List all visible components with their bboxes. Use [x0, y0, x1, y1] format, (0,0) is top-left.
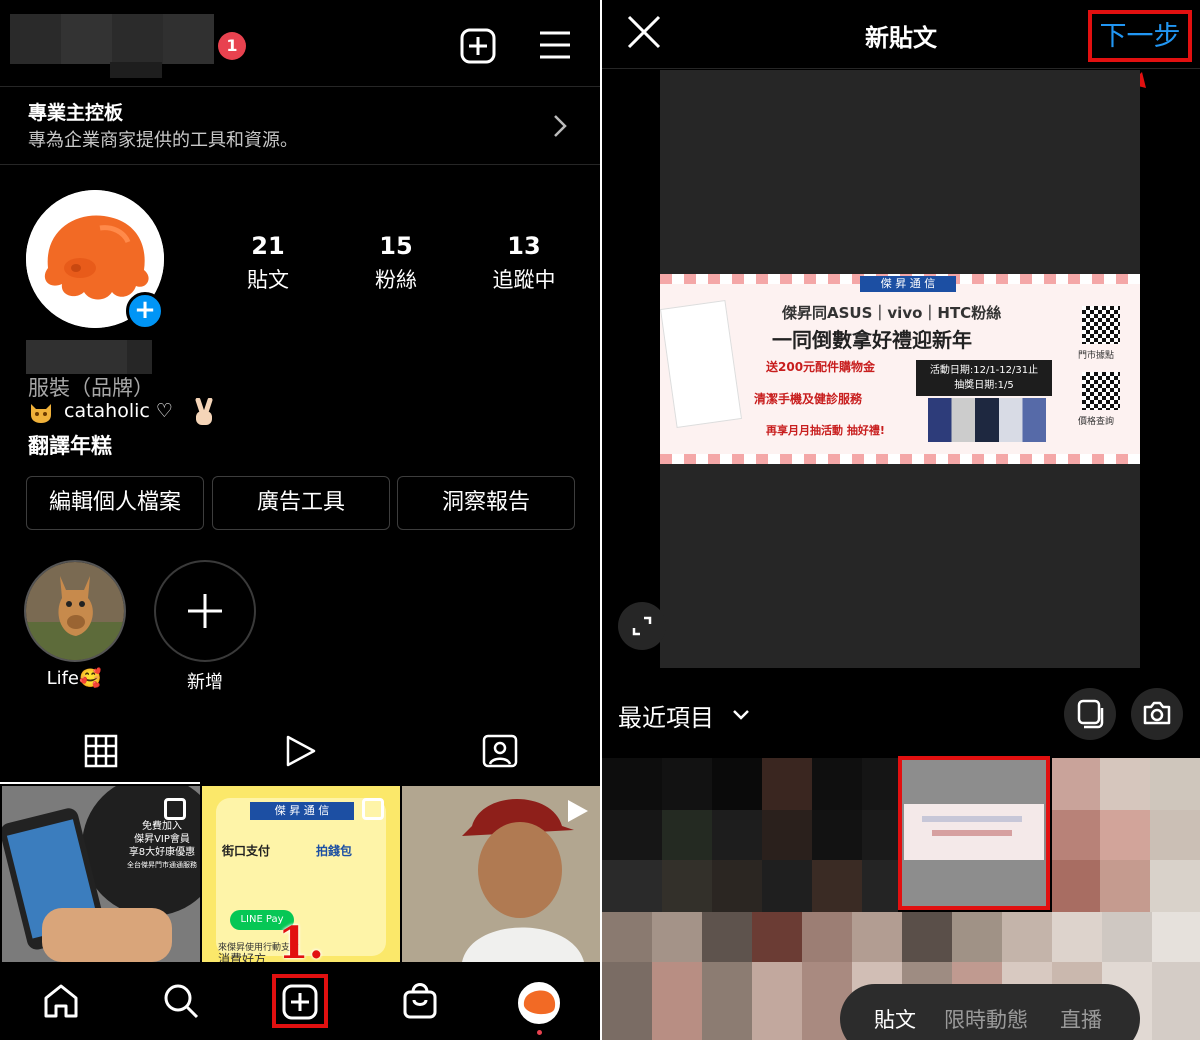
add-story-plus-icon[interactable]: +: [126, 292, 164, 330]
qr-label: 價格查詢: [1078, 417, 1115, 427]
new-highlight-button[interactable]: [154, 560, 256, 662]
username-blurred-fragment: [110, 62, 162, 78]
banner-dates: 抽獎日期:1/5: [954, 380, 1014, 391]
create-post-icon[interactable]: [460, 28, 496, 64]
new-post-screen: 新貼文 下一步 傑 昇 通 信 傑昇同ASUS｜vivo｜HTC粉絲 一同倒數拿…: [602, 0, 1200, 1040]
multi-select-button[interactable]: [1064, 688, 1116, 740]
home-icon[interactable]: [42, 982, 80, 1020]
mode-post-tab[interactable]: 貼文: [874, 1004, 916, 1034]
bio-line-2: 翻譯年糕: [28, 434, 112, 458]
banner-offer: 再享月月抽活動 抽好禮!: [766, 424, 885, 437]
notification-badge[interactable]: 1: [218, 32, 246, 60]
stat-number: 15: [379, 232, 413, 260]
album-label: 最近項目: [618, 704, 714, 732]
dashboard-subtitle: 專為企業商家提供的工具和資源。: [28, 130, 298, 151]
dashboard-title: 專業主控板: [28, 102, 124, 124]
banner-headline: 一同倒數拿好禮迎新年: [772, 328, 972, 352]
video-play-icon: [564, 798, 590, 824]
active-tab-indicator: [0, 782, 200, 784]
highlight-life[interactable]: [24, 560, 126, 662]
chevron-right-icon: [552, 114, 568, 138]
edit-profile-button[interactable]: 編輯個人檔案: [26, 476, 204, 530]
post-thumbnail-vip[interactable]: 免費加入 傑昇VIP會員 享8大好康優惠 全台傑昇門市通通服務: [2, 786, 200, 962]
stat-number: 13: [507, 232, 541, 260]
reels-icon[interactable]: [284, 734, 318, 768]
cat-face-icon: [28, 400, 54, 424]
banner-dates: 活動日期:12/1-12/31止: [929, 365, 1039, 376]
mode-story-tab[interactable]: 限時動態: [944, 1004, 1028, 1034]
post-brand: 傑 昇 通 信: [250, 802, 354, 820]
post-text: 拍錢包: [316, 844, 353, 858]
highlight-label: Life🥰: [46, 668, 102, 689]
qr-code-icon: [1082, 372, 1120, 410]
divider: [0, 164, 600, 165]
profile-category: 服裝（品牌）: [28, 376, 154, 400]
username-blurred[interactable]: [10, 14, 214, 64]
qr-code-icon: [1082, 306, 1120, 344]
post-caption: 免費加入: [142, 821, 182, 832]
bottom-navigation: [0, 962, 600, 1040]
next-button[interactable]: 下一步: [1088, 10, 1192, 62]
highlight-label: 新增: [187, 672, 223, 693]
post-caption: 享8大好康優惠: [128, 847, 196, 858]
bio-line-1: cataholic ♡: [64, 400, 173, 422]
post-text: 消費好方: [218, 952, 267, 962]
profile-tab-avatar[interactable]: [518, 982, 560, 1024]
profile-screen: 1 專業主控板 專為企業商家提供的工具和資源。 + 21 貼文 15 粉絲 13…: [0, 0, 600, 1040]
carousel-icon: [164, 798, 186, 820]
activity-dot: [537, 1030, 542, 1035]
camera-button[interactable]: [1131, 688, 1183, 740]
search-icon[interactable]: [162, 982, 200, 1020]
post-text: 街口支付: [222, 844, 271, 858]
display-name-blurred: [26, 340, 152, 374]
stat-label: 貼文: [247, 268, 289, 292]
banner-offer: 清潔手機及健診服務: [754, 392, 863, 406]
selected-gallery-item[interactable]: [898, 756, 1050, 910]
expand-button[interactable]: [618, 602, 666, 650]
banner-offer: 送200元配件購物金: [766, 360, 876, 374]
victory-hand-icon: [192, 398, 216, 428]
insights-button[interactable]: 洞察報告: [397, 476, 575, 530]
album-selector[interactable]: 最近項目: [618, 698, 714, 733]
ad-tools-button[interactable]: 廣告工具: [212, 476, 390, 530]
post-caption: 全台傑昇門市通通服務: [127, 861, 197, 869]
chevron-down-icon[interactable]: [732, 708, 750, 722]
create-tab-highlight[interactable]: [272, 974, 328, 1028]
menu-icon[interactable]: [538, 30, 572, 60]
post-thumbnail-video[interactable]: [402, 786, 600, 962]
tagged-icon[interactable]: [482, 734, 518, 768]
divider: [602, 68, 1200, 69]
stat-label: 粉絲: [375, 268, 417, 292]
mode-live-tab[interactable]: 直播: [1060, 1004, 1102, 1034]
banner-headline: 傑昇同ASUS｜vivo｜HTC粉絲: [782, 304, 1002, 322]
carousel-icon: [362, 798, 384, 820]
stat-number: 21: [251, 232, 285, 260]
shop-icon[interactable]: [402, 980, 438, 1020]
mode-switcher: 貼文 限時動態 直播: [840, 984, 1140, 1040]
qr-label: 門市據點: [1078, 351, 1115, 361]
stat-posts[interactable]: 21 貼文: [208, 232, 328, 294]
preview-banner-image: 傑 昇 通 信 傑昇同ASUS｜vivo｜HTC粉絲 一同倒數拿好禮迎新年 送2…: [660, 274, 1140, 464]
stat-label: 追蹤中: [492, 268, 556, 292]
stat-followers[interactable]: 15 粉絲: [336, 232, 456, 294]
grid-icon[interactable]: [84, 734, 118, 768]
stat-following[interactable]: 13 追蹤中: [464, 232, 584, 294]
banner-brand: 傑 昇 通 信: [860, 276, 956, 292]
post-caption: 傑昇VIP會員: [134, 834, 190, 845]
